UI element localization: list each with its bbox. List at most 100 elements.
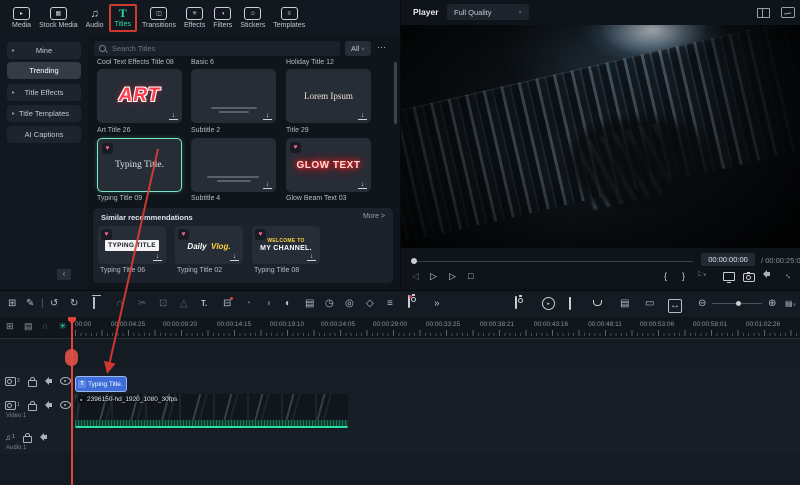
step-play-button[interactable]: ▷: [430, 271, 437, 282]
mask-icon[interactable]: ◐: [285, 298, 291, 310]
quality-dropdown[interactable]: Full Quality ∨: [447, 4, 529, 20]
magnet-icon[interactable]: ∩: [116, 298, 123, 310]
recommendations-more-link[interactable]: More >: [363, 213, 385, 220]
download-icon[interactable]: ↓: [263, 112, 272, 120]
timeline-title-clip[interactable]: T Typing Title.: [75, 376, 127, 392]
select-tool-icon[interactable]: ✎: [26, 298, 34, 310]
title-template-art-title-26[interactable]: ART ↓: [97, 69, 182, 123]
search-box[interactable]: [94, 41, 340, 56]
download-icon[interactable]: ↓: [153, 253, 162, 261]
screen-record-icon[interactable]: [408, 296, 410, 308]
lock-icon[interactable]: [28, 404, 37, 411]
copyright-shield-icon[interactable]: [569, 298, 571, 310]
download-icon[interactable]: ↓: [358, 181, 367, 189]
filter-dropdown[interactable]: All ∨: [345, 41, 371, 56]
snap-magnet-icon[interactable]: ∩: [42, 321, 48, 331]
title-template-typing-title-08[interactable]: ♥ WELCOME TO MY CHANNEL. ↓: [252, 226, 320, 264]
motion-tracking-icon[interactable]: △: [180, 298, 188, 310]
visibility-eye-icon[interactable]: [60, 401, 71, 409]
tab-media[interactable]: ▸ Media: [9, 5, 34, 31]
playhead-marker[interactable]: [68, 317, 76, 321]
mute-speaker-icon[interactable]: [49, 403, 52, 407]
sidebar-item-ai-captions[interactable]: AI Captions: [7, 126, 81, 143]
more-menu-button[interactable]: ⋯: [377, 42, 386, 53]
keyframe-settings-icon[interactable]: ✳: [59, 321, 67, 332]
tab-stock-media[interactable]: ▦ Stock Media: [36, 5, 81, 31]
redo-icon[interactable]: ↻: [70, 298, 78, 310]
more-tools-chevrons[interactable]: »: [434, 298, 440, 310]
delete-icon[interactable]: [93, 297, 95, 309]
download-icon[interactable]: ↓: [263, 181, 272, 189]
playhead-grab-pill[interactable]: [65, 349, 78, 366]
crop-icon[interactable]: ⊡: [159, 298, 167, 310]
record-device-icon[interactable]: [515, 297, 517, 309]
visibility-eye-icon[interactable]: [60, 377, 71, 385]
track-options-icon[interactable]: ⊞: [8, 298, 16, 310]
sidebar-item-title-effects[interactable]: ▸ Title Effects: [7, 84, 81, 101]
tab-filters[interactable]: ◑ Filters: [210, 5, 235, 31]
seek-bar[interactable]: [413, 261, 693, 262]
mute-speaker-icon[interactable]: [44, 435, 47, 439]
title-template-subtitle-4[interactable]: ↓: [191, 138, 276, 192]
fit-timeline-icon[interactable]: ↔: [668, 299, 682, 313]
zoom-slider[interactable]: [712, 303, 762, 304]
title-template-glow-beam-text-03[interactable]: ♥ GLOW TEXT ↓: [286, 138, 371, 192]
mark-out-button[interactable]: }: [682, 271, 685, 281]
sidebar-item-mine[interactable]: ▸ Mine: [7, 42, 81, 59]
marker-icon[interactable]: ▤: [24, 321, 33, 332]
playhead-line[interactable]: [71, 317, 73, 485]
av-settings-icon[interactable]: [781, 7, 795, 18]
color-grading-icon[interactable]: ◑: [265, 298, 271, 310]
tab-templates[interactable]: ≡ Templates: [270, 5, 308, 31]
title-template-subtitle-2[interactable]: ↓: [191, 69, 276, 123]
split-scissors-icon[interactable]: ✂: [138, 298, 146, 310]
snapshot-camera-icon[interactable]: [743, 271, 755, 282]
timeline-video-clip[interactable]: ▸ 2396150-hd_1920_1080_30fps: [75, 394, 348, 428]
tab-effects[interactable]: ✳ Effects: [181, 5, 208, 31]
keyframe-icon[interactable]: ◇: [366, 298, 374, 310]
adjust-icon[interactable]: ≡: [387, 298, 393, 310]
tab-stickers[interactable]: ☺ Stickers: [237, 5, 268, 31]
sidebar-item-trending[interactable]: Trending: [7, 62, 81, 79]
zoom-slider-knob[interactable]: [736, 301, 741, 306]
download-icon[interactable]: ↓: [230, 253, 239, 261]
speed-icon[interactable]: ◔: [245, 298, 251, 310]
tab-transitions[interactable]: ◫ Transitions: [139, 5, 179, 31]
title-template-title-29[interactable]: Lorem Ipsum ↓: [286, 69, 371, 123]
zoom-out-icon[interactable]: ⊖: [698, 298, 706, 310]
title-template-typing-title-06[interactable]: ♥ TYPING TITLE ↓: [98, 226, 166, 264]
focus-icon[interactable]: ◎: [345, 298, 354, 310]
favorite-heart-icon[interactable]: ♥: [255, 229, 266, 240]
lock-icon[interactable]: [28, 380, 37, 387]
title-template-typing-title-02[interactable]: ♥ Daily Vlog. ↓: [175, 226, 243, 264]
library-scrollbar[interactable]: [394, 62, 397, 124]
favorite-heart-icon[interactable]: ♥: [290, 142, 301, 153]
preview-render-icon[interactable]: ▸: [542, 297, 555, 310]
favorite-heart-icon[interactable]: ♥: [101, 229, 112, 240]
stop-button[interactable]: □: [468, 271, 473, 281]
mark-in-button[interactable]: {: [664, 271, 667, 281]
favorite-heart-icon[interactable]: ♥: [102, 143, 113, 154]
lock-icon[interactable]: [23, 436, 32, 443]
duration-icon[interactable]: ◷: [325, 298, 334, 310]
display-mode-icon[interactable]: [723, 272, 735, 281]
video-preview[interactable]: [401, 25, 800, 248]
track-height-menu[interactable]: ▤∨: [785, 298, 796, 311]
mute-speaker-icon[interactable]: [49, 379, 52, 383]
manage-tracks-icon[interactable]: ⊞: [6, 321, 14, 332]
volume-speaker-icon[interactable]: [763, 272, 770, 276]
zoom-in-icon[interactable]: ⊕: [768, 298, 776, 310]
preview-split-icon[interactable]: [757, 8, 770, 18]
seek-knob[interactable]: [411, 258, 417, 264]
tab-titles-active[interactable]: T Titles: [109, 4, 137, 32]
download-icon[interactable]: ↓: [307, 253, 316, 261]
tab-audio[interactable]: ♫ Audio: [83, 6, 107, 31]
aspect-ratio-dropdown[interactable]: 1:∨: [697, 271, 707, 278]
render-queue-icon[interactable]: ▤: [620, 298, 629, 310]
pip-record-icon[interactable]: ⊟: [223, 298, 231, 310]
search-input[interactable]: [110, 43, 335, 54]
properties-icon[interactable]: ▤: [305, 298, 314, 310]
timeline-ruler[interactable]: ⊞ ▤ ∩ ✳ 00:00 00:00:04:25 00:00:09:20 00…: [0, 317, 800, 339]
proxy-clip-icon[interactable]: ▭: [645, 298, 654, 310]
download-icon[interactable]: ↓: [169, 112, 178, 120]
